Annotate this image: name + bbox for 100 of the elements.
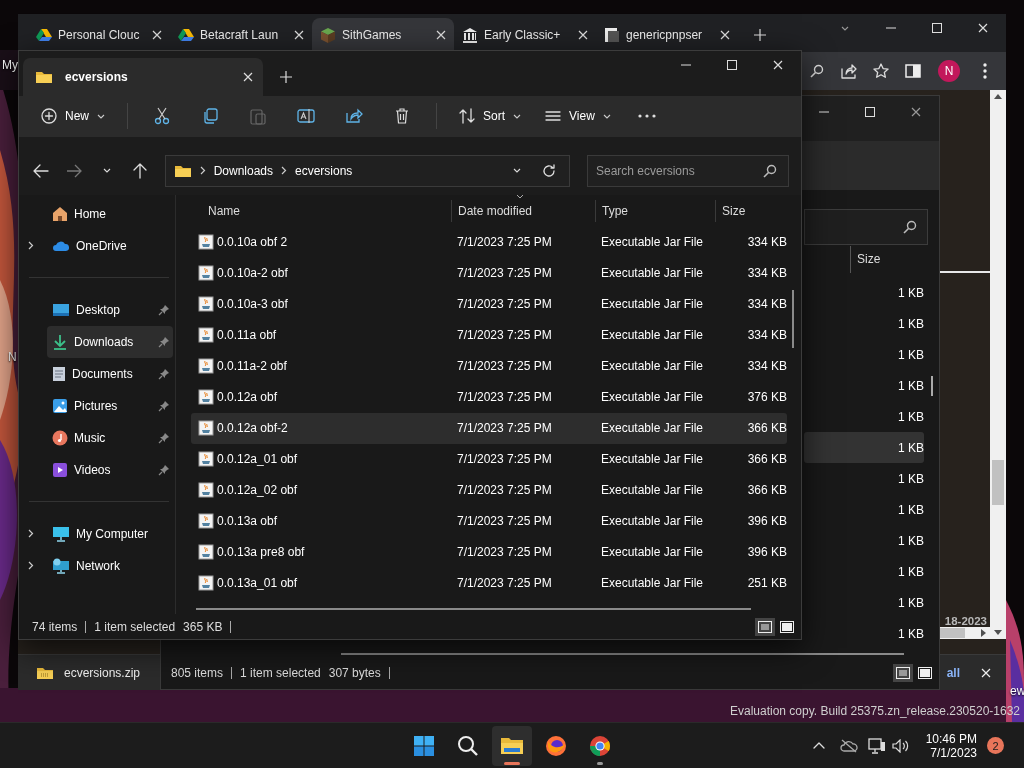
scrollbar-thumb[interactable] bbox=[792, 289, 794, 348]
close-icon bbox=[981, 667, 991, 678]
jar-file-icon bbox=[198, 358, 214, 375]
nav-item[interactable]: Pictures bbox=[47, 389, 173, 422]
maximize-icon bbox=[865, 107, 875, 117]
building-icon bbox=[462, 27, 478, 43]
details-view-button[interactable] bbox=[893, 664, 913, 683]
file-row[interactable]: 0.0.11a-2 obf 7/1/2023 7:25 PM Executable Jar File 334 KB bbox=[191, 350, 787, 382]
file-row[interactable]: 1 KB bbox=[804, 370, 924, 402]
scrollbar-thumb[interactable] bbox=[940, 628, 965, 638]
file-row[interactable]: 0.0.12a_01 obf 7/1/2023 7:25 PM Executable Jar File 366 KB bbox=[191, 443, 787, 475]
browser-tab[interactable]: Early Classic+ bbox=[454, 18, 596, 52]
file-row[interactable]: 1 KB bbox=[804, 463, 924, 495]
forward-arrow-icon bbox=[66, 163, 83, 178]
scrollbar-thumb[interactable] bbox=[992, 460, 1004, 505]
size-cell: 1 KB bbox=[898, 564, 924, 579]
network-icon bbox=[52, 557, 70, 574]
window-tab[interactable]: ecversions bbox=[23, 57, 263, 96]
breadcrumb[interactable]: Downloads bbox=[213, 163, 273, 178]
file-row[interactable]: 0.0.12a_02 obf 7/1/2023 7:25 PM Executable Jar File 366 KB bbox=[191, 474, 787, 506]
file-row[interactable]: 1 KB bbox=[804, 556, 924, 588]
file-row[interactable]: 0.0.13a obf 7/1/2023 7:25 PM Executable Jar File 396 KB bbox=[191, 505, 787, 537]
file-row[interactable]: 0.0.12a obf-2 7/1/2023 7:25 PM Executable Jar File 366 KB bbox=[191, 412, 787, 444]
breadcrumb[interactable]: ecversions bbox=[295, 163, 353, 178]
refresh-icon bbox=[542, 163, 556, 178]
date-cell-text: 7/1/2023 7:25 PM bbox=[456, 483, 553, 498]
file-row[interactable]: 0.0.10a-2 obf 7/1/2023 7:25 PM Executable Jar File 334 KB bbox=[191, 257, 787, 289]
scrollbar-thumb[interactable] bbox=[196, 607, 751, 610]
file-row[interactable]: 1 KB bbox=[804, 432, 924, 464]
type-cell-text: Executable Jar File bbox=[600, 390, 705, 405]
file-row[interactable]: 0.0.10a obf 2 7/1/2023 7:25 PM Executable Jar File 334 KB bbox=[191, 226, 787, 258]
cloud-off-icon bbox=[839, 738, 858, 753]
selection-size: 307 bytes bbox=[328, 666, 381, 681]
file-row[interactable]: 0.0.13a pre8 obf 7/1/2023 7:25 PM Executable Jar File 396 KB bbox=[191, 536, 787, 568]
horizontal-scrollbar[interactable] bbox=[940, 627, 990, 639]
column-header[interactable]: Size bbox=[850, 245, 924, 273]
details-view-button[interactable] bbox=[755, 617, 775, 636]
size-cell: 1 KB bbox=[898, 595, 924, 610]
separator-chevron-icon bbox=[281, 166, 287, 176]
type-cell-text: Executable Jar File bbox=[600, 421, 705, 436]
type-cell-text: Executable Jar File bbox=[600, 235, 705, 250]
browser-tab[interactable]: SithGames bbox=[312, 18, 454, 52]
browser-tab[interactable]: Betacraft Laun bbox=[170, 18, 312, 52]
file-row[interactable]: 1 KB bbox=[804, 308, 924, 340]
search-field[interactable] bbox=[804, 208, 928, 245]
nav-item[interactable]: Documents bbox=[47, 357, 173, 390]
nav-item[interactable]: Music bbox=[47, 421, 173, 454]
column-header[interactable]: Date modified bbox=[451, 199, 595, 222]
trash-icon bbox=[395, 108, 409, 125]
file-row[interactable]: 1 KB bbox=[804, 525, 924, 557]
scrollbar-thumb[interactable] bbox=[341, 653, 904, 656]
column-header[interactable]: Type bbox=[595, 199, 715, 222]
nav-item[interactable]: Videos bbox=[47, 453, 173, 486]
nav-item[interactable]: Downloads bbox=[47, 325, 173, 358]
file-name: 0.0.10a-3 obf bbox=[217, 297, 288, 312]
size-cell: 1 KB bbox=[898, 409, 924, 424]
file-row[interactable]: 1 KB bbox=[804, 401, 924, 433]
notification-badge[interactable]: 2 bbox=[987, 737, 1004, 754]
details-view-icon bbox=[758, 620, 772, 633]
close-tab-button[interactable] bbox=[243, 71, 253, 82]
date-cell-text: 7/1/2023 7:25 PM bbox=[456, 421, 553, 436]
nav-item[interactable]: Desktop bbox=[47, 293, 173, 326]
file-row[interactable]: 1 KB bbox=[804, 277, 924, 309]
profile-avatar[interactable]: N bbox=[938, 60, 960, 82]
scrollbar-thumb[interactable] bbox=[931, 376, 933, 397]
file-row[interactable]: 0.0.10a-3 obf 7/1/2023 7:25 PM Executable Jar File 334 KB bbox=[191, 288, 787, 320]
file-row[interactable]: 1 KB bbox=[804, 587, 924, 619]
nav-item[interactable]: Network bbox=[47, 549, 173, 582]
view-button[interactable]: View bbox=[537, 100, 619, 133]
file-row[interactable]: 1 KB bbox=[804, 618, 924, 650]
up-arrow-icon bbox=[133, 162, 148, 179]
address-bar[interactable]: Downloads ecversions bbox=[164, 154, 570, 187]
caret-icon bbox=[97, 113, 105, 119]
nav-item[interactable]: My Computer bbox=[47, 517, 173, 550]
browser-tab[interactable]: Personal Clouc bbox=[28, 18, 170, 52]
maximize-icon bbox=[932, 23, 942, 33]
maximize-icon bbox=[727, 60, 737, 70]
close-icon bbox=[911, 107, 921, 117]
browser-tab[interactable]: genericpnpser bbox=[596, 18, 738, 52]
file-row[interactable]: 1 KB bbox=[804, 494, 924, 526]
file-row[interactable]: 0.0.13a_01 obf 7/1/2023 7:25 PM Executable Jar File 251 KB bbox=[191, 567, 787, 599]
new-button[interactable]: New bbox=[33, 100, 113, 133]
download-icon bbox=[52, 333, 68, 350]
nav-item[interactable]: OneDrive bbox=[47, 229, 173, 262]
column-header[interactable]: Size bbox=[715, 199, 791, 222]
search-field[interactable]: Search ecversions bbox=[587, 154, 789, 187]
chevron-up-icon bbox=[812, 742, 825, 749]
sort-button[interactable]: Sort bbox=[451, 100, 530, 133]
file-row[interactable]: 1 KB bbox=[804, 339, 924, 371]
file-row[interactable]: 0.0.12a obf 7/1/2023 7:25 PM Executable Jar File 376 KB bbox=[191, 381, 787, 413]
show-all-link[interactable]: all bbox=[946, 665, 960, 680]
date-cell-text: 7/1/2023 7:25 PM bbox=[456, 390, 553, 405]
column-header[interactable]: Name bbox=[191, 199, 451, 222]
type-cell-text: Executable Jar File bbox=[600, 452, 705, 467]
file-row[interactable]: 0.0.11a obf 7/1/2023 7:25 PM Executable Jar File 334 KB bbox=[191, 319, 787, 351]
download-filename[interactable]: ecversions.zip bbox=[64, 665, 141, 680]
vertical-scrollbar[interactable] bbox=[990, 90, 1006, 639]
taskbar-app-button[interactable] bbox=[492, 725, 532, 766]
clock[interactable]: 10:46 PM 7/1/2023 bbox=[925, 731, 977, 760]
nav-item[interactable]: Home bbox=[47, 197, 173, 230]
